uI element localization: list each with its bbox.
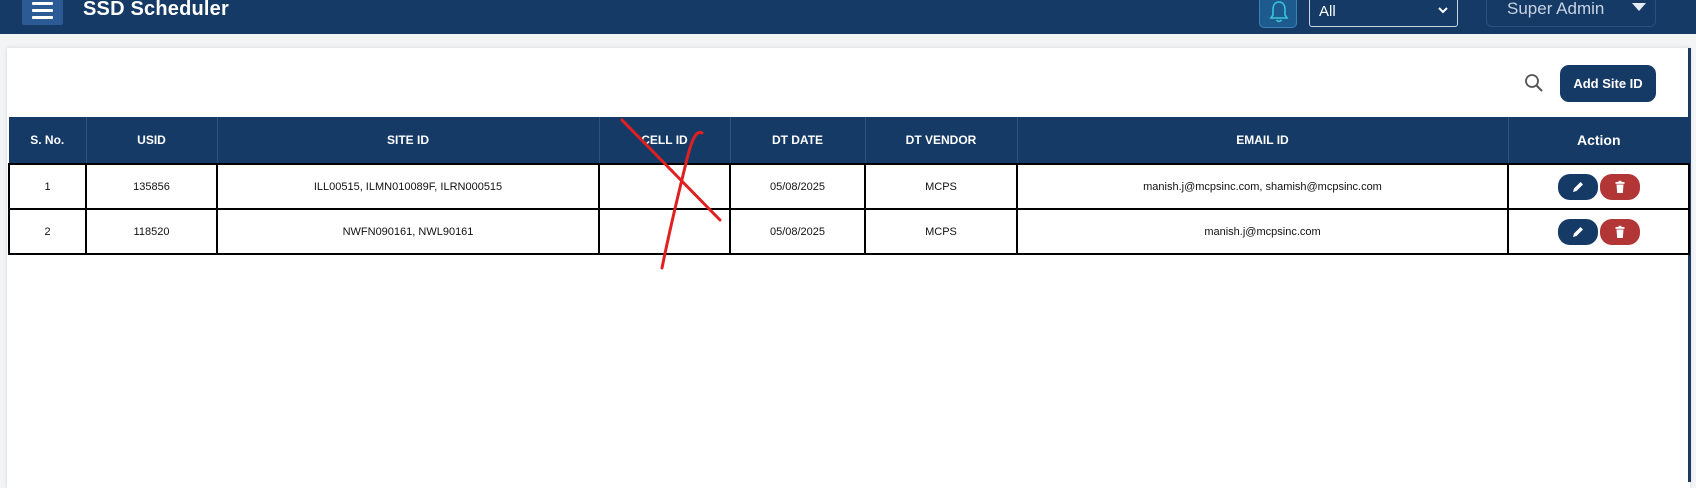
cell-cell-id [598, 163, 731, 210]
cell-dt-vendor: MCPS [864, 208, 1018, 255]
cell-cell-id [598, 208, 731, 255]
cell-sno: 2 [8, 208, 87, 255]
cell-dt-date: 05/08/2025 [729, 163, 866, 210]
column-header-site-id[interactable]: SITE ID [217, 117, 600, 164]
card-edge [1688, 48, 1691, 482]
filter-select[interactable]: All [1309, 0, 1458, 27]
edit-button[interactable] [1557, 218, 1598, 245]
search-icon[interactable] [1524, 73, 1544, 93]
cell-site-id: ILL00515, ILMN010089F, ILRN000515 [216, 163, 600, 210]
site-table: S. No. USID SITE ID CELL ID DT DATE DT V… [8, 117, 1690, 255]
cell-dt-date: 05/08/2025 [729, 208, 866, 255]
column-header-cell-id[interactable]: CELL ID [599, 117, 731, 164]
column-header-sno[interactable]: S. No. [9, 117, 87, 164]
hamburger-menu-icon[interactable] [22, 0, 63, 25]
app-title: SSD Scheduler [83, 0, 229, 20]
notifications-button[interactable] [1259, 0, 1297, 28]
add-site-id-button[interactable]: Add Site ID [1560, 65, 1656, 102]
column-header-usid[interactable]: USID [86, 117, 218, 164]
content-card [7, 48, 1690, 488]
cell-email: manish.j@mcpsinc.com [1016, 208, 1509, 255]
caret-down-icon [1632, 3, 1646, 11]
cell-sno: 1 [8, 163, 87, 210]
pencil-icon [1572, 226, 1583, 237]
column-header-dt-date[interactable]: DT DATE [730, 117, 866, 164]
chevron-down-icon [1438, 7, 1448, 14]
delete-button[interactable] [1599, 173, 1640, 200]
user-name: Super Admin [1507, 0, 1605, 18]
filter-select-value: All [1319, 3, 1336, 20]
table-header-row: S. No. USID SITE ID CELL ID DT DATE DT V… [9, 117, 1689, 164]
edit-button[interactable] [1557, 173, 1598, 200]
column-header-action: Action [1508, 117, 1689, 164]
cell-usid: 135856 [85, 163, 218, 210]
cell-dt-vendor: MCPS [864, 163, 1018, 210]
column-header-dt-vendor[interactable]: DT VENDOR [865, 117, 1018, 164]
pencil-icon [1572, 181, 1583, 192]
cell-email: manish.j@mcpsinc.com, shamish@mcpsinc.co… [1016, 163, 1509, 210]
cell-actions [1507, 208, 1690, 255]
trash-icon [1615, 225, 1624, 238]
cell-usid: 118520 [85, 208, 218, 255]
bell-icon [1269, 1, 1289, 23]
user-menu[interactable]: Super Admin [1486, 0, 1656, 27]
cell-site-id: NWFN090161, NWL90161 [216, 208, 600, 255]
top-navbar: SSD Scheduler All Super Admin [0, 0, 1696, 34]
table-row: 2 118520 NWFN090161, NWL90161 05/08/2025… [8, 208, 1690, 255]
delete-button[interactable] [1599, 218, 1640, 245]
column-header-email-id[interactable]: EMAIL ID [1017, 117, 1509, 164]
table-row: 1 135856 ILL00515, ILMN010089F, ILRN0005… [8, 163, 1690, 210]
trash-icon [1615, 180, 1624, 193]
cell-actions [1507, 163, 1690, 210]
